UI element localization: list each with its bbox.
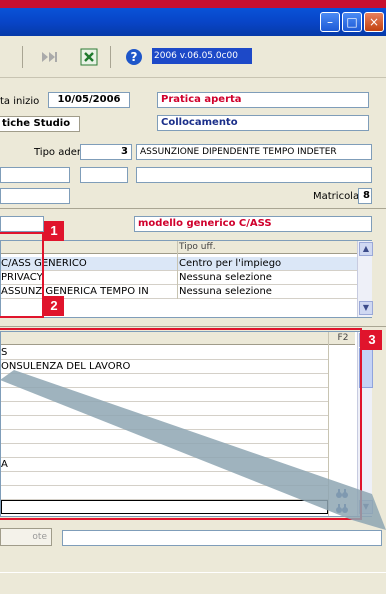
help-icon[interactable]: ? xyxy=(125,48,143,66)
section-divider xyxy=(0,208,386,209)
empty-field-d[interactable] xyxy=(0,188,70,204)
tab-caratteristiche-studio[interactable]: tiche Studio xyxy=(0,116,80,132)
version-label: 2006 v.06.05.0c00 xyxy=(152,48,252,64)
svg-text:?: ? xyxy=(131,50,138,64)
stato-pratica-field: Pratica aperta xyxy=(157,92,369,108)
status-bar xyxy=(0,572,386,594)
excel-icon[interactable] xyxy=(80,48,98,66)
callout-badge-3: 3 xyxy=(362,330,382,350)
callout-box-1 xyxy=(0,232,44,318)
collocamento-field: Collocamento xyxy=(157,115,369,131)
data-inizio-label: ta inizio xyxy=(0,96,40,107)
title-accent-band xyxy=(0,0,386,8)
scroll-down-icon[interactable]: ▼ xyxy=(359,301,373,315)
toolbar-separator xyxy=(22,46,23,68)
close-button[interactable]: × xyxy=(364,12,384,32)
note-field[interactable] xyxy=(62,530,382,546)
scroll-up-icon[interactable]: ▲ xyxy=(359,242,373,256)
modello-scrollbar[interactable]: ▲ ▼ xyxy=(357,241,373,317)
tipo-uff-column-header: Tipo uff. xyxy=(179,242,216,252)
modello-row-tipo: Nessuna selezione xyxy=(179,272,272,283)
modello-name-field: modello generico C/ASS xyxy=(134,216,372,232)
matricola-label: Matricola xyxy=(313,191,360,202)
matricola-field: 8 xyxy=(358,188,372,204)
minimize-button[interactable]: – xyxy=(320,12,340,32)
modello-row-tipo: Centro per l'impiego xyxy=(179,258,282,269)
empty-field-b[interactable] xyxy=(80,167,128,183)
section-divider xyxy=(0,326,386,327)
empty-field-a[interactable] xyxy=(0,167,70,183)
callout-badge-2: 2 xyxy=(44,296,64,316)
modello-row-tipo: Nessuna selezione xyxy=(179,286,272,297)
callout-badge-1: 1 xyxy=(44,221,64,241)
tipo-adempimento-description: ASSUNZIONE DIPENDENTE TEMPO INDETER xyxy=(136,144,372,160)
empty-field-c[interactable] xyxy=(136,167,372,183)
pointer-arrow xyxy=(0,370,386,530)
data-inizio-field[interactable]: 10/05/2006 xyxy=(48,92,130,108)
forward-icon[interactable] xyxy=(40,48,57,66)
modello-row[interactable]: PRIVACY Nessuna selezione xyxy=(1,271,357,285)
column-divider xyxy=(177,241,178,299)
note-button[interactable]: ote xyxy=(0,528,52,546)
toolbar-separator xyxy=(110,46,111,68)
modello-row[interactable]: C/ASS GENERICO Centro per l'impiego xyxy=(1,257,357,271)
tipo-adempimento-code[interactable]: 3 xyxy=(80,144,132,160)
maximize-button[interactable]: □ xyxy=(342,12,362,32)
modello-code-field[interactable] xyxy=(0,216,44,232)
toolbar: ? 2006 v.06.05.0c00 xyxy=(0,38,386,78)
